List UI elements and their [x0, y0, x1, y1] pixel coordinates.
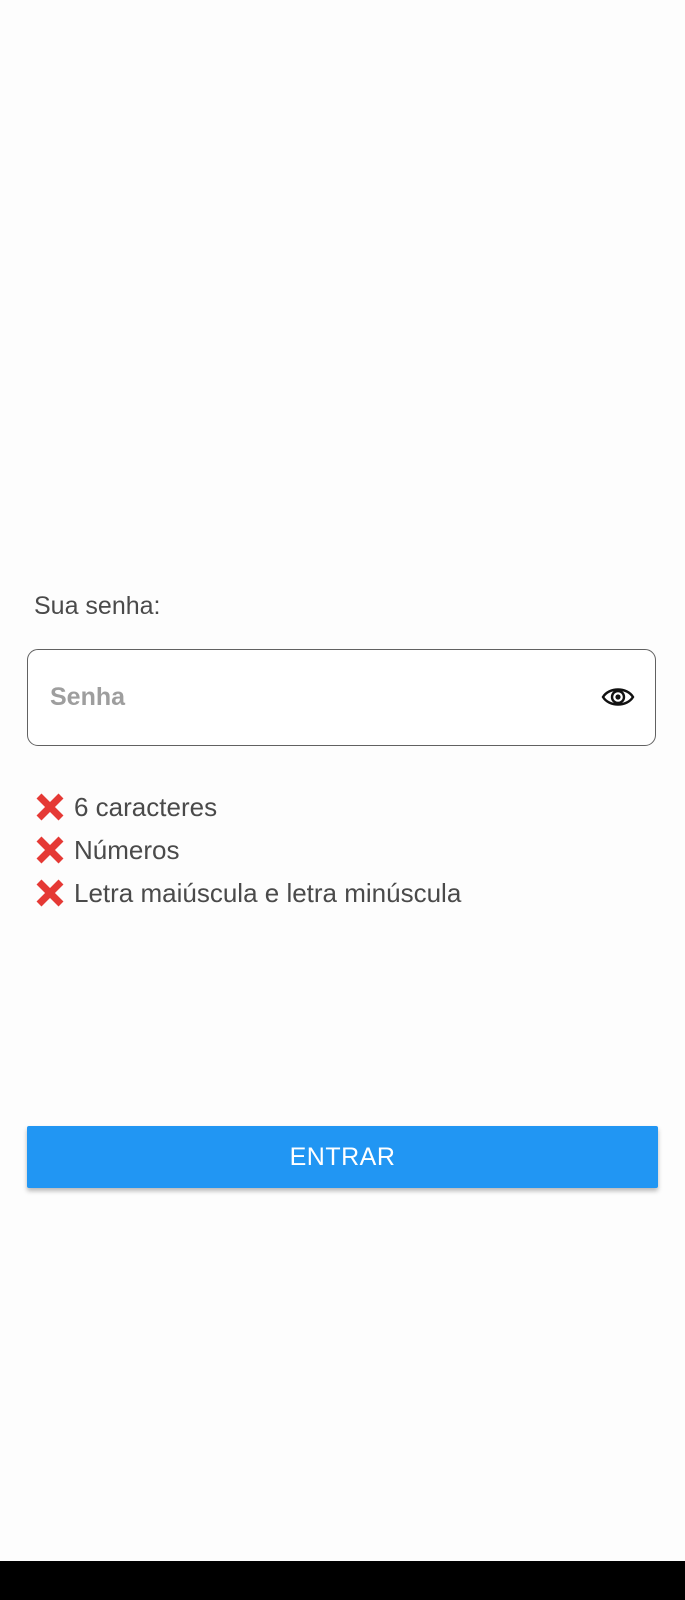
cross-mark-icon: [36, 879, 64, 906]
password-rules-list: 6 caracteres Números Letra maiúscula e l…: [34, 785, 461, 914]
rule-numbers: Números: [34, 828, 461, 871]
system-navigation-bar: [0, 1561, 685, 1600]
eye-icon[interactable]: [601, 683, 635, 711]
password-input[interactable]: [50, 650, 570, 744]
password-field[interactable]: [27, 649, 656, 746]
rule-label: 6 caracteres: [74, 791, 218, 822]
rule-min-length: 6 caracteres: [34, 785, 461, 828]
login-screen: Sua senha: 6 caracteres Números Letra ma…: [0, 0, 685, 1561]
rule-label: Letra maiúscula e letra minúscula: [74, 877, 462, 908]
rule-letter-case: Letra maiúscula e letra minúscula: [34, 871, 461, 914]
cross-mark-icon: [36, 836, 64, 863]
password-label: Sua senha:: [34, 592, 161, 620]
submit-button[interactable]: ENTRAR: [27, 1126, 658, 1188]
cross-mark-icon: [36, 793, 64, 820]
rule-label: Números: [74, 834, 180, 865]
